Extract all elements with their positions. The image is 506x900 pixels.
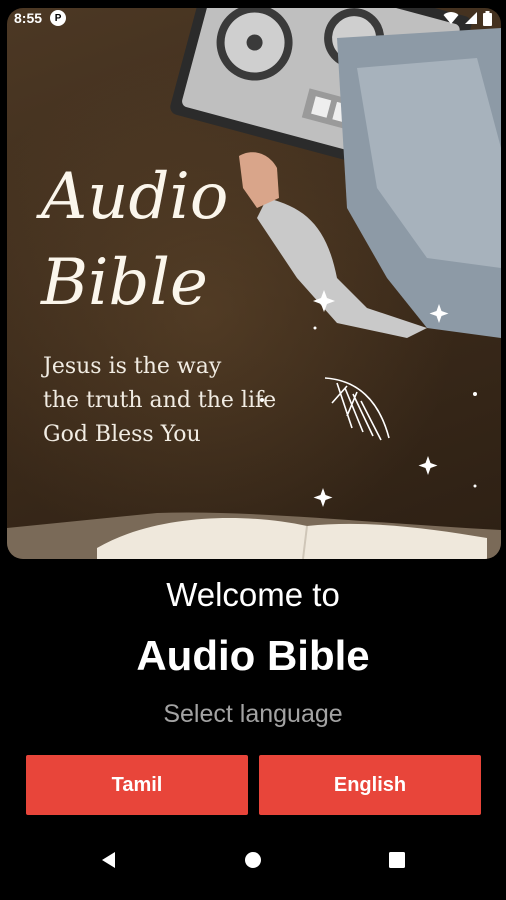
wifi-icon <box>443 12 459 24</box>
back-button[interactable] <box>79 830 139 890</box>
app-notification-icon: P <box>50 10 67 26</box>
home-icon <box>245 852 261 868</box>
verse-line: God Bless You <box>43 422 201 447</box>
verse-line: the truth and the life <box>43 388 277 413</box>
back-icon <box>102 852 115 868</box>
open-book-illustration <box>7 512 501 559</box>
signal-icon <box>465 12 477 24</box>
english-language-button[interactable]: English <box>259 755 481 815</box>
recents-icon <box>389 852 405 868</box>
status-bar: 8:55 P <box>0 0 506 36</box>
feather-illustration <box>324 377 390 441</box>
recents-button[interactable] <box>367 830 427 890</box>
banner-image: Audio Bible Jesus is the way the truth a… <box>7 8 501 559</box>
banner-verse: Jesus is the way the truth and the life … <box>43 350 276 452</box>
banner-title: Audio Bible <box>41 160 229 320</box>
tamil-language-button[interactable]: Tamil <box>26 755 248 815</box>
bottom-strip <box>0 893 506 900</box>
welcome-text: Welcome to <box>166 576 340 613</box>
verse-line: Jesus is the way <box>43 354 222 379</box>
status-right <box>443 10 492 26</box>
home-button[interactable] <box>223 830 283 890</box>
battery-icon <box>483 10 492 26</box>
app-name-title: Audio Bible <box>136 632 370 679</box>
status-time: 8:55 <box>14 10 43 26</box>
navigation-bar <box>0 830 506 890</box>
status-left: 8:55 P <box>14 10 67 26</box>
select-language-label: Select language <box>163 700 343 728</box>
